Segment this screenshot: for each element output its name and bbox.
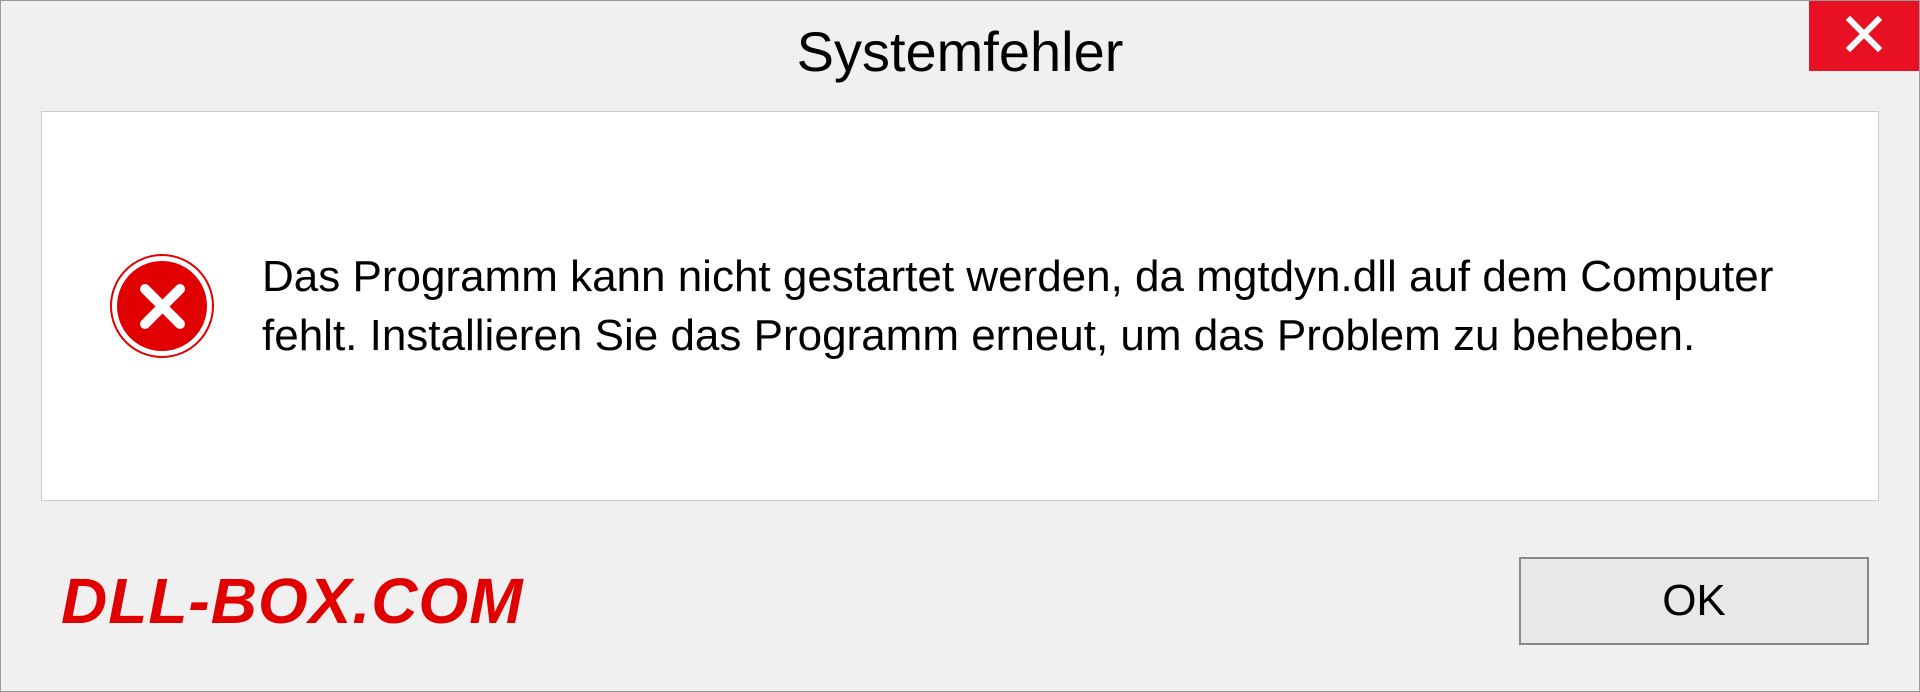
watermark-text: DLL-BOX.COM — [61, 564, 524, 638]
close-icon — [1844, 14, 1884, 59]
dialog-footer: DLL-BOX.COM OK — [1, 541, 1919, 691]
error-dialog: Systemfehler Das Programm kann nicht ges… — [0, 0, 1920, 692]
error-icon — [112, 256, 212, 356]
error-message: Das Programm kann nicht gestartet werden… — [262, 247, 1808, 366]
ok-button[interactable]: OK — [1519, 557, 1869, 645]
titlebar: Systemfehler — [1, 1, 1919, 111]
dialog-title: Systemfehler — [797, 19, 1124, 84]
close-button[interactable] — [1809, 1, 1919, 71]
content-area: Das Programm kann nicht gestartet werden… — [41, 111, 1879, 501]
